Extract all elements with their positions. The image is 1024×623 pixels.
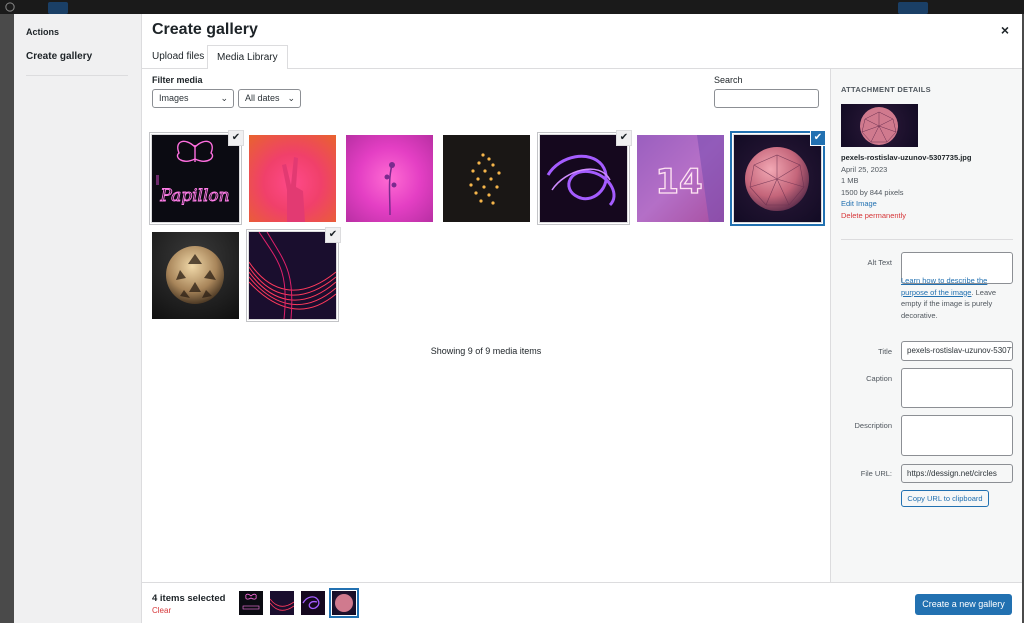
create-new-gallery-button[interactable]: Create a new gallery <box>915 594 1012 615</box>
attachment-dimensions: 1500 by 844 pixels <box>841 187 904 197</box>
media-item-peace-hand[interactable] <box>249 135 336 222</box>
media-item-neon-14[interactable]: 14 <box>637 135 724 222</box>
selected-thumb-butterfly[interactable] <box>239 591 263 615</box>
description-label: Description <box>854 421 892 430</box>
edit-image-link[interactable]: Edit Image <box>841 198 971 210</box>
clear-selection-link[interactable]: Clear <box>152 606 171 615</box>
svg-text:14: 14 <box>655 162 702 202</box>
checkmark-icon[interactable]: ✔ <box>616 130 632 146</box>
butterfly-neon-image <box>242 593 260 610</box>
attachment-details-heading: ATTACHMENT DETAILS <box>841 85 931 94</box>
gold-sphere-image <box>166 246 224 304</box>
neon-14-image: 14 <box>655 135 724 222</box>
caption-label: Caption <box>866 374 892 383</box>
media-item-polygon-sphere[interactable]: ✔ <box>733 130 826 223</box>
media-type-select[interactable]: Images ⌄ <box>152 89 234 108</box>
tab-upload-files[interactable]: Upload files <box>143 45 213 69</box>
media-item-gold-sphere[interactable] <box>152 232 239 319</box>
caption-field[interactable] <box>901 368 1013 408</box>
pink-flower-image <box>384 162 397 216</box>
menu-heading: Actions <box>26 27 60 37</box>
menu-item-create-gallery[interactable]: Create gallery <box>26 51 92 62</box>
description-field[interactable] <box>901 415 1013 456</box>
backdrop-publish-button <box>898 2 928 14</box>
chevron-down-icon: ⌄ <box>220 93 228 103</box>
purple-light-trails-image <box>302 596 320 610</box>
red-light-trails-image <box>248 231 337 320</box>
delete-permanently-link[interactable]: Delete permanently <box>841 210 971 222</box>
media-type-value: Images <box>159 93 189 103</box>
media-library-content: Filter media Images ⌄ All dates ⌄ Search… <box>142 69 830 583</box>
media-modal: Actions Create gallery Create gallery × … <box>14 14 1022 623</box>
modal-title: Create gallery <box>152 21 258 38</box>
checkmark-icon[interactable]: ✔ <box>325 227 341 243</box>
selected-thumb-red-light[interactable] <box>269 591 295 615</box>
svg-text:Papillon: Papillon <box>159 186 229 206</box>
router-tabs: Upload files Media Library <box>142 45 1022 70</box>
search-label: Search <box>714 75 743 85</box>
menu-separator <box>26 75 128 76</box>
polygon-sphere-image <box>335 594 353 612</box>
date-filter-select[interactable]: All dates ⌄ <box>238 89 301 108</box>
media-item-pink-flower[interactable] <box>346 135 433 222</box>
search-input[interactable] <box>714 89 819 108</box>
string-lights-image <box>469 153 501 205</box>
tab-media-library[interactable]: Media Library <box>207 45 288 70</box>
purple-light-trails-image <box>546 154 616 207</box>
media-menu: Actions Create gallery <box>14 14 142 623</box>
red-light-trails-image <box>269 598 295 611</box>
attachment-date: April 25, 2023 <box>841 164 888 174</box>
peace-hand-image <box>282 157 305 222</box>
attachment-size: 1 MB <box>841 176 859 185</box>
copy-url-button[interactable]: Copy URL to clipboard <box>901 490 989 507</box>
close-icon[interactable]: × <box>996 21 1014 39</box>
attachment-thumbnail <box>841 104 918 147</box>
title-label: Title <box>878 347 892 356</box>
attachment-info: pexels-rostislav-uzunov-5307735.jpg Apri… <box>841 152 971 221</box>
date-filter-value: All dates <box>245 93 280 103</box>
polygon-sphere-image <box>745 147 809 211</box>
selection-toolbar: 4 items selected Clear Create a new gall… <box>142 582 1022 623</box>
chevron-down-icon: ⌄ <box>287 93 295 103</box>
media-item-purple-light-trails[interactable]: ✔ <box>539 130 632 223</box>
title-field[interactable]: pexels-rostislav-uzunov-5307735 <box>901 341 1013 361</box>
selected-count: 4 items selected <box>152 593 226 604</box>
file-url-field[interactable]: https://dessign.net/circles <box>901 464 1013 483</box>
alt-text-label: Alt Text <box>867 258 892 267</box>
file-url-label: File URL: <box>860 469 892 478</box>
showing-count-text: Showing 9 of 9 media items <box>430 346 542 356</box>
attachment-separator <box>841 239 1013 240</box>
attachment-filename: pexels-rostislav-uzunov-5307735.jpg <box>841 153 972 162</box>
filter-media-label: Filter media <box>152 75 203 85</box>
alt-text-help: Learn how to describe the purpose of the… <box>901 275 1015 321</box>
media-item-butterfly-neon[interactable]: Papillon ✔ <box>151 130 244 223</box>
butterfly-neon-image: Papillon <box>156 140 230 206</box>
wordpress-logo-icon <box>5 2 15 12</box>
checkmark-icon[interactable]: ✔ <box>810 130 826 146</box>
attachment-details-sidebar: ATTACHMENT DETAILS pexels-rostislav-uzun… <box>830 69 1022 583</box>
backdrop-left-strip <box>0 14 14 623</box>
checkmark-icon[interactable]: ✔ <box>228 130 244 146</box>
selected-thumb-sphere[interactable] <box>329 588 359 618</box>
editor-topbar-backdrop <box>0 0 1024 14</box>
backdrop-inserter-button <box>48 2 68 14</box>
selected-thumb-purple[interactable] <box>301 591 325 615</box>
polygon-sphere-image <box>860 107 898 145</box>
media-item-string-lights[interactable] <box>443 135 530 222</box>
media-item-red-light-trails[interactable]: ✔ <box>248 227 341 320</box>
